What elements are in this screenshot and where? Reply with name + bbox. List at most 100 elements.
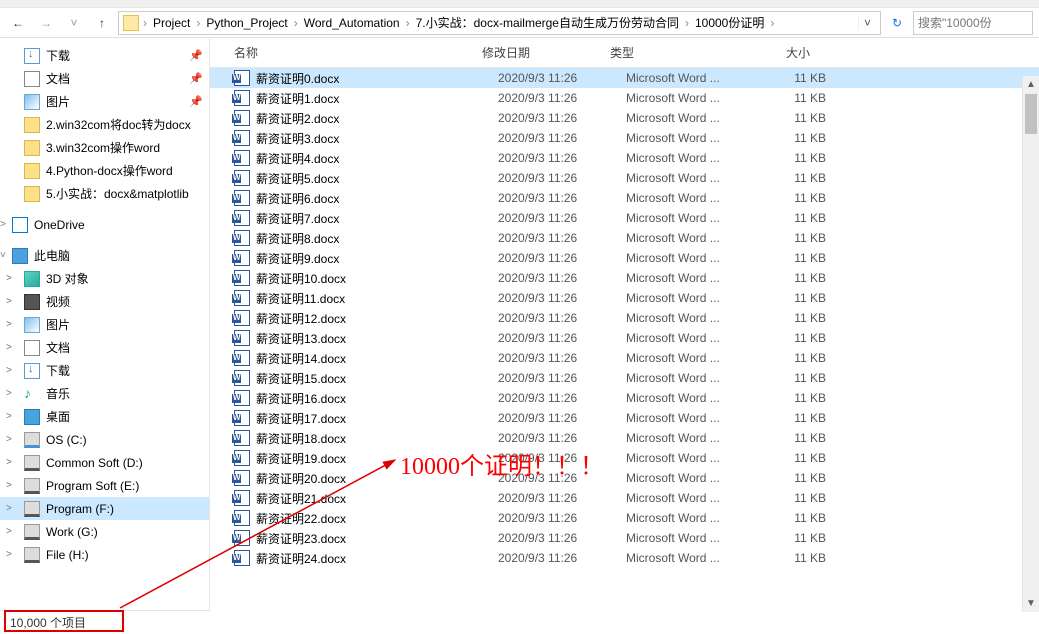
file-row[interactable]: 薪资证明16.docx2020/9/3 11:26Microsoft Word … xyxy=(210,388,1039,408)
pc-item[interactable]: >Program (F:) xyxy=(0,497,209,520)
file-row[interactable]: 薪资证明8.docx2020/9/3 11:26Microsoft Word .… xyxy=(210,228,1039,248)
this-pc-node[interactable]: ˅此电脑 xyxy=(0,244,209,267)
breadcrumb-seg[interactable]: 10000份证明 xyxy=(693,14,766,31)
chevron-right-icon[interactable]: › xyxy=(194,16,202,30)
file-row[interactable]: 薪资证明19.docx2020/9/3 11:26Microsoft Word … xyxy=(210,448,1039,468)
expand-chevron-icon[interactable]: > xyxy=(6,457,12,468)
vertical-scrollbar[interactable]: ▲ ▼ xyxy=(1022,76,1039,612)
col-size[interactable]: 大小 xyxy=(730,44,810,61)
col-date[interactable]: 修改日期 xyxy=(482,44,610,61)
word-doc-icon xyxy=(234,110,250,126)
file-row[interactable]: 薪资证明17.docx2020/9/3 11:26Microsoft Word … xyxy=(210,408,1039,428)
pc-item[interactable]: >♪音乐 xyxy=(0,382,209,405)
chevron-right-icon[interactable]: › xyxy=(768,16,776,30)
chevron-right-icon[interactable]: › xyxy=(404,16,412,30)
file-row[interactable]: 薪资证明5.docx2020/9/3 11:26Microsoft Word .… xyxy=(210,168,1039,188)
breadcrumb-seg[interactable]: Project xyxy=(151,16,192,30)
column-headers[interactable]: 名称 修改日期 类型 大小 xyxy=(210,38,1039,68)
drive dark-icon xyxy=(24,501,40,517)
file-row[interactable]: 薪资证明4.docx2020/9/3 11:26Microsoft Word .… xyxy=(210,148,1039,168)
address-history-dropdown[interactable]: ˅ xyxy=(858,16,876,30)
col-name[interactable]: 名称 xyxy=(234,44,482,61)
expand-chevron-icon[interactable]: > xyxy=(6,296,12,307)
quick-access-item[interactable]: 文档📌 xyxy=(0,67,209,90)
expand-chevron-icon[interactable]: > xyxy=(6,526,12,537)
file-row[interactable]: 薪资证明9.docx2020/9/3 11:26Microsoft Word .… xyxy=(210,248,1039,268)
pc-item[interactable]: > 桌面 xyxy=(0,405,209,428)
expand-chevron-icon[interactable]: > xyxy=(6,365,12,376)
file-row[interactable]: 薪资证明10.docx2020/9/3 11:26Microsoft Word … xyxy=(210,268,1039,288)
status-item-count: 10,000 个项目 xyxy=(10,614,86,631)
expand-chevron-icon[interactable]: > xyxy=(6,549,12,560)
quick-access-item[interactable]: 下载📌 xyxy=(0,44,209,67)
breadcrumb-seg[interactable]: Python_Project xyxy=(204,16,289,30)
file-row[interactable]: 薪资证明0.docx2020/9/3 11:26Microsoft Word .… xyxy=(210,68,1039,88)
file-row[interactable]: 薪资证明12.docx2020/9/3 11:26Microsoft Word … xyxy=(210,308,1039,328)
scroll-down-button[interactable]: ▼ xyxy=(1023,595,1039,612)
file-row[interactable]: 薪资证明22.docx2020/9/3 11:26Microsoft Word … xyxy=(210,508,1039,528)
expand-chevron-icon[interactable]: > xyxy=(6,480,12,491)
file-row[interactable]: 薪资证明15.docx2020/9/3 11:26Microsoft Word … xyxy=(210,368,1039,388)
search-input[interactable]: 搜索"10000份 xyxy=(913,11,1033,35)
col-type[interactable]: 类型 xyxy=(610,44,730,61)
onedrive-node[interactable]: >OneDrive xyxy=(0,213,209,236)
breadcrumb-seg[interactable]: Word_Automation xyxy=(302,16,402,30)
quick-access-item[interactable]: 图片📌 xyxy=(0,90,209,113)
expand-chevron-icon[interactable]: > xyxy=(6,388,12,399)
file-row[interactable]: 薪资证明24.docx2020/9/3 11:26Microsoft Word … xyxy=(210,548,1039,568)
pc-item[interactable]: > 文档 xyxy=(0,336,209,359)
file-row[interactable]: 薪资证明20.docx2020/9/3 11:26Microsoft Word … xyxy=(210,468,1039,488)
quick-access-item[interactable]: 3.win32com操作word xyxy=(0,136,209,159)
file-date: 2020/9/3 11:26 xyxy=(498,491,626,505)
scroll-thumb[interactable] xyxy=(1025,94,1037,134)
expand-chevron-icon[interactable]: > xyxy=(6,411,12,422)
nav-recent-dropdown[interactable]: ˅ xyxy=(62,11,86,35)
file-row[interactable]: 薪资证明11.docx2020/9/3 11:26Microsoft Word … xyxy=(210,288,1039,308)
file-row[interactable]: 薪资证明23.docx2020/9/3 11:26Microsoft Word … xyxy=(210,528,1039,548)
expand-chevron-icon[interactable]: > xyxy=(6,273,12,284)
pc-item[interactable]: >3D 对象 xyxy=(0,267,209,290)
file-row[interactable]: 薪资证明2.docx2020/9/3 11:26Microsoft Word .… xyxy=(210,108,1039,128)
file-row[interactable]: 薪资证明6.docx2020/9/3 11:26Microsoft Word .… xyxy=(210,188,1039,208)
scroll-up-button[interactable]: ▲ xyxy=(1023,76,1039,93)
pc-item[interactable]: >下载 xyxy=(0,359,209,382)
quick-access-item[interactable]: 5.小实战：docx&matplotlib xyxy=(0,182,209,205)
chevron-right-icon[interactable]: › xyxy=(141,16,149,30)
chevron-right-icon[interactable]: › xyxy=(292,16,300,30)
breadcrumb-seg[interactable]: 7.小实战：docx-mailmerge自动生成万份劳动合同 xyxy=(414,14,681,31)
expand-chevron-icon[interactable]: > xyxy=(0,219,6,230)
pc-item[interactable]: >视频 xyxy=(0,290,209,313)
quick-access-item[interactable]: 4.Python-docx操作word xyxy=(0,159,209,182)
pc-item[interactable]: >Common Soft (D:) xyxy=(0,451,209,474)
nav-up-button[interactable]: ↑ xyxy=(90,11,114,35)
file-type: Microsoft Word ... xyxy=(626,391,746,405)
tree-item-label: 桌面 xyxy=(46,408,70,425)
pc-item[interactable]: >图片 xyxy=(0,313,209,336)
file-row[interactable]: 薪资证明14.docx2020/9/3 11:26Microsoft Word … xyxy=(210,348,1039,368)
expand-chevron-icon[interactable]: > xyxy=(6,319,12,330)
quick-access-item[interactable]: 2.win32com将doc转为docx xyxy=(0,113,209,136)
pc-item[interactable]: >Work (G:) xyxy=(0,520,209,543)
pc-item[interactable]: >Program Soft (E:) xyxy=(0,474,209,497)
expand-chevron-icon[interactable]: > xyxy=(6,434,12,445)
file-row[interactable]: 薪资证明18.docx2020/9/3 11:26Microsoft Word … xyxy=(210,428,1039,448)
file-row[interactable]: 薪资证明3.docx2020/9/3 11:26Microsoft Word .… xyxy=(210,128,1039,148)
file-row[interactable]: 薪资证明13.docx2020/9/3 11:26Microsoft Word … xyxy=(210,328,1039,348)
navigation-tree[interactable]: 下载📌文档📌图片📌2.win32com将doc转为docx3.win32com操… xyxy=(0,38,210,612)
expand-chevron-icon[interactable]: > xyxy=(6,342,12,353)
pc-item[interactable]: >File (H:) xyxy=(0,543,209,566)
nav-forward-button[interactable]: → xyxy=(34,11,58,35)
nav-back-button[interactable]: ← xyxy=(6,11,30,35)
file-row[interactable]: 薪资证明7.docx2020/9/3 11:26Microsoft Word .… xyxy=(210,208,1039,228)
breadcrumb-field[interactable]: › Project › Python_Project › Word_Automa… xyxy=(118,11,881,35)
expand-chevron-icon[interactable]: ˅ xyxy=(0,250,6,261)
file-list[interactable]: 薪资证明0.docx2020/9/3 11:26Microsoft Word .… xyxy=(210,68,1039,612)
pc-item[interactable]: >OS (C:) xyxy=(0,428,209,451)
tree-item-label: 文档 xyxy=(46,339,70,356)
file-row[interactable]: 薪资证明1.docx2020/9/3 11:26Microsoft Word .… xyxy=(210,88,1039,108)
refresh-button[interactable]: ↻ xyxy=(885,11,909,35)
file-row[interactable]: 薪资证明21.docx2020/9/3 11:26Microsoft Word … xyxy=(210,488,1039,508)
expand-chevron-icon[interactable]: > xyxy=(6,503,12,514)
chevron-right-icon[interactable]: › xyxy=(683,16,691,30)
word-doc-icon xyxy=(234,170,250,186)
